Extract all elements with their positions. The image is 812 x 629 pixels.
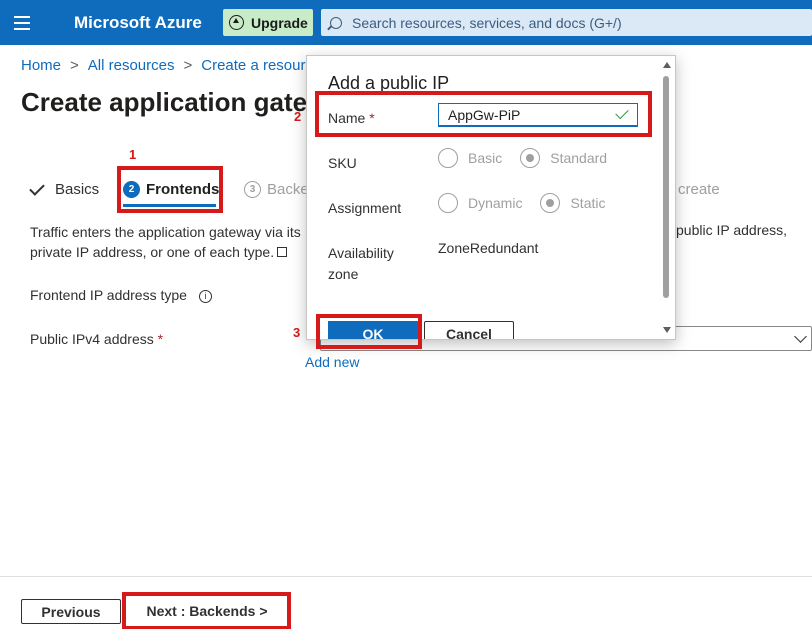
upgrade-label: Upgrade xyxy=(251,14,308,31)
breadcrumb: Home > All resources > Create a resourc xyxy=(21,57,313,74)
breadcrumb-all-resources[interactable]: All resources xyxy=(88,57,175,74)
annotation-box-frontends xyxy=(117,166,223,213)
radio-standard-label: Standard xyxy=(550,150,608,166)
tab-backends[interactable]: 3 Backe xyxy=(244,181,309,198)
radio-standard[interactable] xyxy=(520,148,541,168)
radio-static-label: Static xyxy=(570,195,606,211)
page-title: Create application gatew xyxy=(21,87,328,117)
menu-icon[interactable] xyxy=(14,12,38,32)
scroll-up-icon[interactable] xyxy=(663,62,671,68)
upgrade-icon xyxy=(229,15,244,30)
scrollbar-thumb[interactable] xyxy=(663,76,669,298)
search-input[interactable]: Search resources, services, and docs (G+… xyxy=(321,9,812,36)
annotation-box-name xyxy=(315,91,652,137)
description-line-1-right: public IP address, xyxy=(676,222,788,238)
cancel-button[interactable]: Cancel xyxy=(424,321,514,339)
availability-zone-label: Availability zone xyxy=(328,245,394,282)
dialog-scrollbar[interactable] xyxy=(661,56,673,339)
brand-title[interactable]: Microsoft Azure xyxy=(74,13,202,33)
upgrade-button[interactable]: Upgrade xyxy=(223,9,313,36)
footer-divider xyxy=(0,576,812,577)
radio-basic[interactable] xyxy=(438,148,458,168)
annotation-box-next xyxy=(122,592,291,629)
public-ipv4-label: Public IPv4 address * xyxy=(30,331,164,347)
checkmark-icon xyxy=(29,179,45,196)
annotation-number-3: 3 xyxy=(293,325,301,340)
radio-basic-label: Basic xyxy=(468,150,503,166)
description-line-2: private IP address, or one of each type. xyxy=(30,244,275,260)
step-number-badge: 3 xyxy=(244,181,261,198)
top-bar: Microsoft Azure Upgrade Search resources… xyxy=(0,0,812,45)
breadcrumb-home[interactable]: Home xyxy=(21,57,61,74)
availability-zone-value: ZoneRedundant xyxy=(438,240,539,256)
required-asterisk: * xyxy=(157,331,164,347)
info-icon[interactable]: i xyxy=(198,290,212,303)
sku-label: SKU xyxy=(328,155,357,171)
previous-button[interactable]: Previous xyxy=(21,599,121,624)
annotation-number-2: 2 xyxy=(294,109,302,124)
annotation-box-ok xyxy=(316,314,422,349)
chevron-down-icon xyxy=(794,330,807,343)
add-new-link[interactable]: Add new xyxy=(305,354,359,370)
tab-basics[interactable]: Basics xyxy=(29,179,100,198)
radio-dynamic[interactable] xyxy=(438,193,458,213)
external-link-icon[interactable] xyxy=(277,247,288,257)
radio-dynamic-label: Dynamic xyxy=(468,195,523,211)
search-placeholder: Search resources, services, and docs (G+… xyxy=(352,14,622,31)
sku-radio-group: Basic Standard xyxy=(438,148,607,168)
frontend-ip-type-label: Frontend IP address type i xyxy=(30,287,212,303)
annotation-number-1: 1 xyxy=(129,147,137,162)
chevron-right-icon: > xyxy=(183,57,193,74)
tab-backends-label: Backe xyxy=(267,181,309,198)
assignment-radio-group: Dynamic Static xyxy=(438,193,605,213)
search-icon xyxy=(330,16,342,29)
chevron-right-icon: > xyxy=(70,57,79,74)
assignment-label: Assignment xyxy=(328,200,402,216)
breadcrumb-create-resource[interactable]: Create a resourc xyxy=(201,57,313,74)
tab-review-create[interactable]: create xyxy=(678,181,720,198)
tab-basics-label: Basics xyxy=(55,181,100,198)
scroll-down-icon[interactable] xyxy=(663,327,671,333)
radio-static[interactable] xyxy=(540,193,561,213)
tab-review-create-label: create xyxy=(678,181,720,198)
